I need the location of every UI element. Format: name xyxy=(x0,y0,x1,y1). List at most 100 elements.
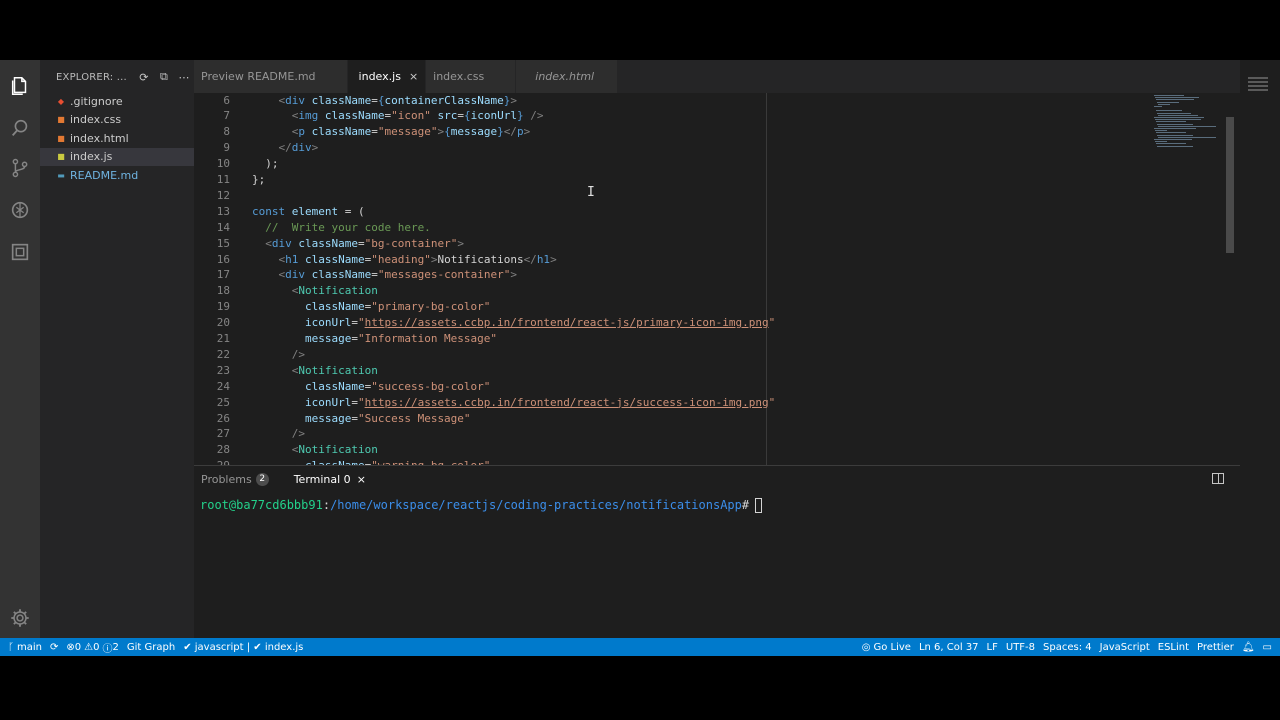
tab-index-js[interactable]: index.js × xyxy=(347,60,427,93)
explorer-title: EXPLORER: ... xyxy=(56,71,127,83)
go-live-button[interactable]: ◎ Go Live xyxy=(862,642,911,653)
branch-name: main xyxy=(17,641,42,653)
editor-scrollbar[interactable] xyxy=(1226,117,1234,253)
tab-preview-readme[interactable]: Preview README.md xyxy=(194,60,348,93)
minimap-line xyxy=(1158,125,1216,127)
prettier-status[interactable]: Prettier xyxy=(1197,642,1234,653)
file-item-gitignore[interactable]: ◆ .gitignore xyxy=(40,92,194,111)
bell-icon[interactable]: 🔔︎ xyxy=(1242,642,1255,653)
refresh-icon[interactable]: ⟳ xyxy=(134,67,154,87)
info-count: 2 xyxy=(112,641,119,653)
problems-summary[interactable]: ⊗ 0 ⚠ 0 ⓘ 2 xyxy=(66,640,118,655)
source-control-icon[interactable] xyxy=(8,156,32,180)
minimap-line xyxy=(1155,119,1201,121)
search-icon[interactable] xyxy=(8,116,32,140)
file-name: index.css xyxy=(70,113,122,127)
code-line: className="success-bg-color" xyxy=(304,379,491,393)
error-icon: ⊗ xyxy=(66,641,75,653)
branch-indicator[interactable]: ᚴ main xyxy=(8,642,42,653)
warning-count: 0 xyxy=(93,641,100,653)
minimap-line xyxy=(1154,139,1192,140)
file-tree: ◆ .gitignore ■ index.css ■ index.html ■ … xyxy=(40,92,194,185)
js-file-icon: ■ xyxy=(57,152,65,162)
code-line: message="Success Message" xyxy=(304,411,471,425)
code-line: <Notification xyxy=(252,284,378,298)
line-number: 22 xyxy=(216,347,230,361)
file-name: index.js xyxy=(70,150,113,164)
file-item-readme[interactable]: ▬ README.md xyxy=(40,166,194,185)
code-line: <Notification xyxy=(252,363,378,377)
tab-problems[interactable]: Problems 2 xyxy=(201,466,269,492)
line-number: 26 xyxy=(216,411,230,425)
indentation[interactable]: Spaces: 4 xyxy=(1043,642,1092,653)
minimap-line xyxy=(1154,106,1162,107)
info-icon: ⓘ xyxy=(102,643,113,655)
minimap-line xyxy=(1158,103,1170,105)
code-line: <div className="messages-container"> xyxy=(252,268,517,282)
language-mode[interactable]: JavaScript xyxy=(1100,642,1150,653)
close-icon[interactable]: × xyxy=(357,473,366,486)
code-line: </div> xyxy=(252,141,319,155)
minimap-line xyxy=(1158,114,1198,116)
explorer-icon[interactable] xyxy=(8,74,32,98)
tab-label: index.css xyxy=(433,70,485,83)
line-number: 10 xyxy=(216,157,230,171)
feedback-icon[interactable]: ▭ xyxy=(1263,642,1272,653)
code-line: <Notification xyxy=(252,443,378,457)
minimap-line xyxy=(1154,95,1184,96)
split-panel-icon[interactable] xyxy=(1212,473,1224,484)
file-item-index-html[interactable]: ■ index.html xyxy=(40,129,194,148)
line-number: 6 xyxy=(223,93,230,107)
code-line: const element = ( xyxy=(252,204,365,218)
line-number-gutter: 6 7 8 9 10 11 12 13 14 15 16 17 18 19 20 21 22 23 24 25 26 27… xyxy=(194,93,236,466)
collapse-all-icon[interactable]: ⧉ xyxy=(154,67,174,87)
minimap[interactable] xyxy=(1150,93,1228,173)
terminal-prompt: # xyxy=(741,498,750,512)
panel-tabs: Problems 2 Terminal 0 × xyxy=(194,466,384,492)
tab-terminal[interactable]: Terminal 0 × xyxy=(294,466,366,492)
line-ending[interactable]: LF xyxy=(987,642,998,653)
code-line: <h1 className="heading">Notifications</h… xyxy=(252,252,557,266)
code-content[interactable]: <div className={containerClassName}> <im… xyxy=(252,93,1142,466)
line-number: 19 xyxy=(216,300,230,314)
tab-label: index.js xyxy=(358,70,401,83)
line-number: 18 xyxy=(216,284,230,298)
more-actions-icon[interactable]: ⋯ xyxy=(174,67,194,87)
menu-icon[interactable] xyxy=(1247,76,1269,92)
right-dock xyxy=(1240,60,1280,638)
git-graph-button[interactable]: Git Graph xyxy=(127,642,175,653)
encoding[interactable]: UTF-8 xyxy=(1006,642,1035,653)
explorer-header: EXPLORER: ... ⟳ ⧉ ⋯ xyxy=(40,60,194,94)
tab-index-html[interactable]: index.html xyxy=(516,60,619,93)
extensions-icon[interactable] xyxy=(8,240,32,264)
mouse-ibeam-icon: I xyxy=(587,185,595,200)
tab-label: Preview README.md xyxy=(201,70,316,83)
line-number: 27 xyxy=(216,427,230,441)
markdown-file-icon: ▬ xyxy=(57,170,65,180)
sync-icon[interactable]: ⟳ xyxy=(50,642,58,653)
minimap-line xyxy=(1155,141,1167,143)
problems-count-badge: 2 xyxy=(255,472,269,486)
minimap-line xyxy=(1156,143,1186,145)
cursor-position[interactable]: Ln 6, Col 37 xyxy=(919,642,979,653)
file-item-index-js[interactable]: ■ index.js xyxy=(40,147,194,166)
close-icon[interactable]: × xyxy=(409,70,418,83)
broadcast-icon: ◎ xyxy=(861,641,871,653)
code-line: ); xyxy=(252,157,279,171)
code-line: className="warning-bg-color" xyxy=(252,458,490,465)
file-item-index-css[interactable]: ■ index.css xyxy=(40,111,194,130)
code-editor[interactable]: 6 7 8 9 10 11 12 13 14 15 16 17 18 19 20 21 22 23 24 25 26 27… xyxy=(194,93,1280,465)
tab-index-css[interactable]: index.css xyxy=(426,60,517,93)
line-number: 8 xyxy=(223,125,230,139)
eslint-status[interactable]: ESLint xyxy=(1158,642,1189,653)
language-check[interactable]: ✔ javascript | ✔ index.js xyxy=(183,642,303,653)
run-debug-icon[interactable] xyxy=(8,198,32,222)
minimap-line xyxy=(1156,99,1194,101)
line-number: 9 xyxy=(223,141,230,155)
settings-gear-icon[interactable] xyxy=(8,606,32,630)
terminal-output[interactable]: root@ba77cd6bbb91:/home/workspace/reactj… xyxy=(200,498,763,513)
activity-bar xyxy=(0,60,40,638)
code-line: iconUrl="https://assets.ccbp.in/frontend… xyxy=(304,316,776,330)
code-line: <div className="bg-container"> xyxy=(252,236,464,250)
terminal-label: Terminal 0 xyxy=(293,472,351,486)
